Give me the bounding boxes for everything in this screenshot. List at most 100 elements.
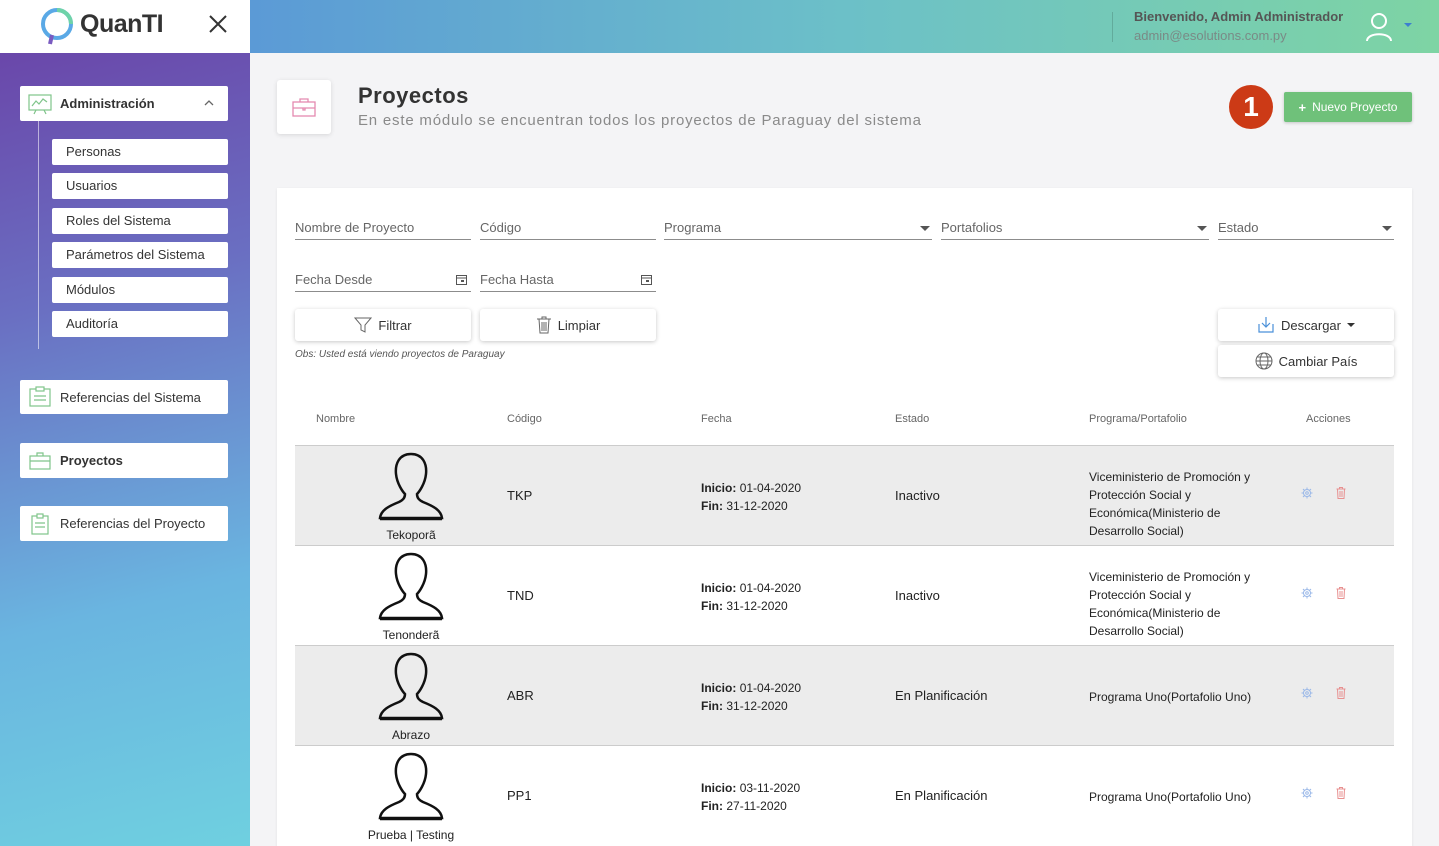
- person-avatar-icon: [378, 552, 444, 621]
- project-code: PP1: [507, 788, 532, 803]
- new-project-label: Nuevo Proyecto: [1312, 100, 1398, 114]
- top-header: Bienvenido, Admin Administrador admin@es…: [250, 0, 1439, 53]
- sidebar-subitem-usuarios[interactable]: Usuarios: [52, 173, 228, 199]
- dropdown-arrow-icon: [1382, 226, 1392, 231]
- gear-icon[interactable]: [1301, 587, 1313, 599]
- caret-down-icon: [1346, 323, 1355, 327]
- download-button[interactable]: Descargar: [1218, 309, 1394, 341]
- state-select[interactable]: Estado: [1218, 216, 1394, 240]
- page-header: Proyectos En este módulo se encuentran t…: [250, 53, 1439, 161]
- table-header: Nombre Código Fecha Estado Programa/Port…: [295, 408, 1394, 445]
- date-from-field[interactable]: Fecha Desde: [295, 268, 471, 292]
- project-dates: Inicio: 01-04-2020 Fin: 31-12-2020: [701, 681, 802, 713]
- sidebar-item-label: Proyectos: [60, 453, 123, 468]
- sidebar-item-administracion[interactable]: Administración: [20, 86, 228, 121]
- briefcase-icon: [292, 98, 316, 117]
- project-name-field[interactable]: Nombre de Proyecto: [295, 216, 471, 240]
- sidebar-item-label: Referencias del Proyecto: [60, 516, 206, 531]
- sidebar-subitem-roles[interactable]: Roles del Sistema: [52, 208, 228, 234]
- gear-icon[interactable]: [1301, 487, 1313, 499]
- column-header: Acciones: [1306, 413, 1351, 425]
- person-avatar-icon: [378, 652, 444, 721]
- logo-bar: QuanTI: [0, 0, 250, 53]
- sidebar-item-referencias-sistema[interactable]: Referencias del Sistema: [20, 380, 228, 414]
- calendar-icon: [456, 275, 467, 285]
- download-icon: [1258, 317, 1274, 333]
- gear-icon[interactable]: [1301, 687, 1313, 699]
- dropdown-arrow-icon: [920, 226, 930, 231]
- plus-icon: +: [1298, 99, 1307, 115]
- column-header: Código: [507, 413, 542, 425]
- clear-button[interactable]: Limpiar: [480, 309, 656, 341]
- globe-icon: [1255, 352, 1273, 370]
- sidebar-subitem-parametros[interactable]: Parámetros del Sistema: [52, 242, 228, 268]
- table-row[interactable]: Tenonderã TND Inicio: 01-04-2020 Fin: 31-12…: [295, 545, 1394, 645]
- chevron-up-icon: [204, 100, 214, 106]
- change-country-button[interactable]: Cambiar País: [1218, 345, 1394, 377]
- gear-icon[interactable]: [1301, 787, 1313, 799]
- project-program: Programa Uno(Portafolio Uno): [1089, 690, 1252, 704]
- sidebar-item-referencias-proyecto[interactable]: Referencias del Proyecto: [20, 506, 228, 541]
- sidebar: QuanTI Administración Personas Usuarios …: [0, 0, 250, 846]
- delete-icon[interactable]: [1336, 687, 1346, 699]
- page-icon-box: [277, 80, 331, 134]
- delete-icon[interactable]: [1336, 487, 1346, 499]
- project-name: Abrazo: [391, 728, 431, 742]
- reference-board-icon: [29, 386, 51, 407]
- submenu-divider: [38, 121, 39, 349]
- date-to-field[interactable]: Fecha Hasta: [480, 268, 656, 292]
- project-state: Inactivo: [895, 488, 940, 503]
- header-divider: [1112, 12, 1113, 42]
- dropdown-arrow-icon: [1197, 226, 1207, 231]
- table-row[interactable]: Prueba | Testing PP1 Inicio: 03-11-2020 Fin…: [295, 745, 1394, 845]
- portfolio-select[interactable]: Portafolios: [941, 216, 1209, 240]
- logo-text: QuanTI: [80, 10, 164, 38]
- page-title: Proyectos: [358, 83, 469, 108]
- project-program: Programa Uno(Portafolio Uno): [1089, 790, 1252, 804]
- user-avatar-icon[interactable]: [1365, 12, 1393, 42]
- project-name: Tenonderã: [382, 628, 440, 642]
- projects-card: Nombre de Proyecto Código Programa Porta…: [277, 188, 1412, 846]
- project-dates: Inicio: 03-11-2020 Fin: 27-11-2020: [701, 781, 801, 813]
- delete-icon[interactable]: [1336, 587, 1346, 599]
- clipboard-icon: [31, 512, 49, 535]
- sidebar-item-proyectos[interactable]: Proyectos: [20, 443, 228, 478]
- code-field[interactable]: Código: [480, 216, 656, 240]
- program-select[interactable]: Programa: [664, 216, 932, 240]
- sidebar-subitem-auditoria[interactable]: Auditoría: [52, 311, 228, 337]
- project-dates: Inicio: 01-04-2020 Fin: 31-12-2020: [701, 581, 802, 613]
- chevron-down-icon[interactable]: [1404, 23, 1412, 27]
- step-badge: 1: [1229, 85, 1273, 129]
- project-code: ABR: [507, 688, 534, 703]
- sidebar-item-label: Administración: [60, 96, 155, 111]
- project-name: Tekoporã: [386, 528, 436, 542]
- project-program: Viceministerio de Promoción y Protección…: [1089, 470, 1251, 538]
- delete-icon[interactable]: [1336, 787, 1346, 799]
- close-icon[interactable]: [206, 12, 230, 36]
- new-project-button[interactable]: + Nuevo Proyecto: [1284, 92, 1412, 122]
- trash-icon: [536, 316, 551, 334]
- table-row[interactable]: Abrazo ABR Inicio: 01-04-2020 Fin: 31-12-20…: [295, 645, 1394, 745]
- column-header: Estado: [895, 413, 930, 425]
- filter-button[interactable]: Filtrar: [295, 309, 471, 341]
- page-subtitle: En este módulo se encuentran todos los p…: [358, 112, 922, 129]
- project-state: En Planificación: [895, 688, 988, 703]
- project-state: Inactivo: [895, 588, 940, 603]
- column-header: Nombre: [316, 413, 356, 425]
- chart-board-icon: [28, 93, 52, 114]
- table-row[interactable]: Tekoporã TKP Inicio: 01-04-2020 Fin: 31-12-…: [295, 445, 1394, 545]
- project-name: Prueba | Testing: [367, 828, 455, 842]
- calendar-icon: [641, 275, 652, 285]
- user-email: admin@esolutions.com.py: [1134, 28, 1287, 43]
- sidebar-subitem-modulos[interactable]: Módulos: [52, 277, 228, 303]
- project-code: TKP: [507, 488, 533, 503]
- person-avatar-icon: [378, 452, 444, 521]
- observation-note: Obs: Usted está viendo proyectos de Para…: [295, 349, 505, 360]
- welcome-text: Bienvenido, Admin Administrador: [1134, 9, 1344, 24]
- sidebar-subitem-personas[interactable]: Personas: [52, 139, 228, 165]
- project-code: TND: [507, 588, 534, 603]
- column-header: Fecha: [701, 413, 732, 425]
- project-dates: Inicio: 01-04-2020 Fin: 31-12-2020: [701, 481, 802, 513]
- filter-icon: [354, 317, 373, 333]
- project-state: En Planificación: [895, 788, 988, 803]
